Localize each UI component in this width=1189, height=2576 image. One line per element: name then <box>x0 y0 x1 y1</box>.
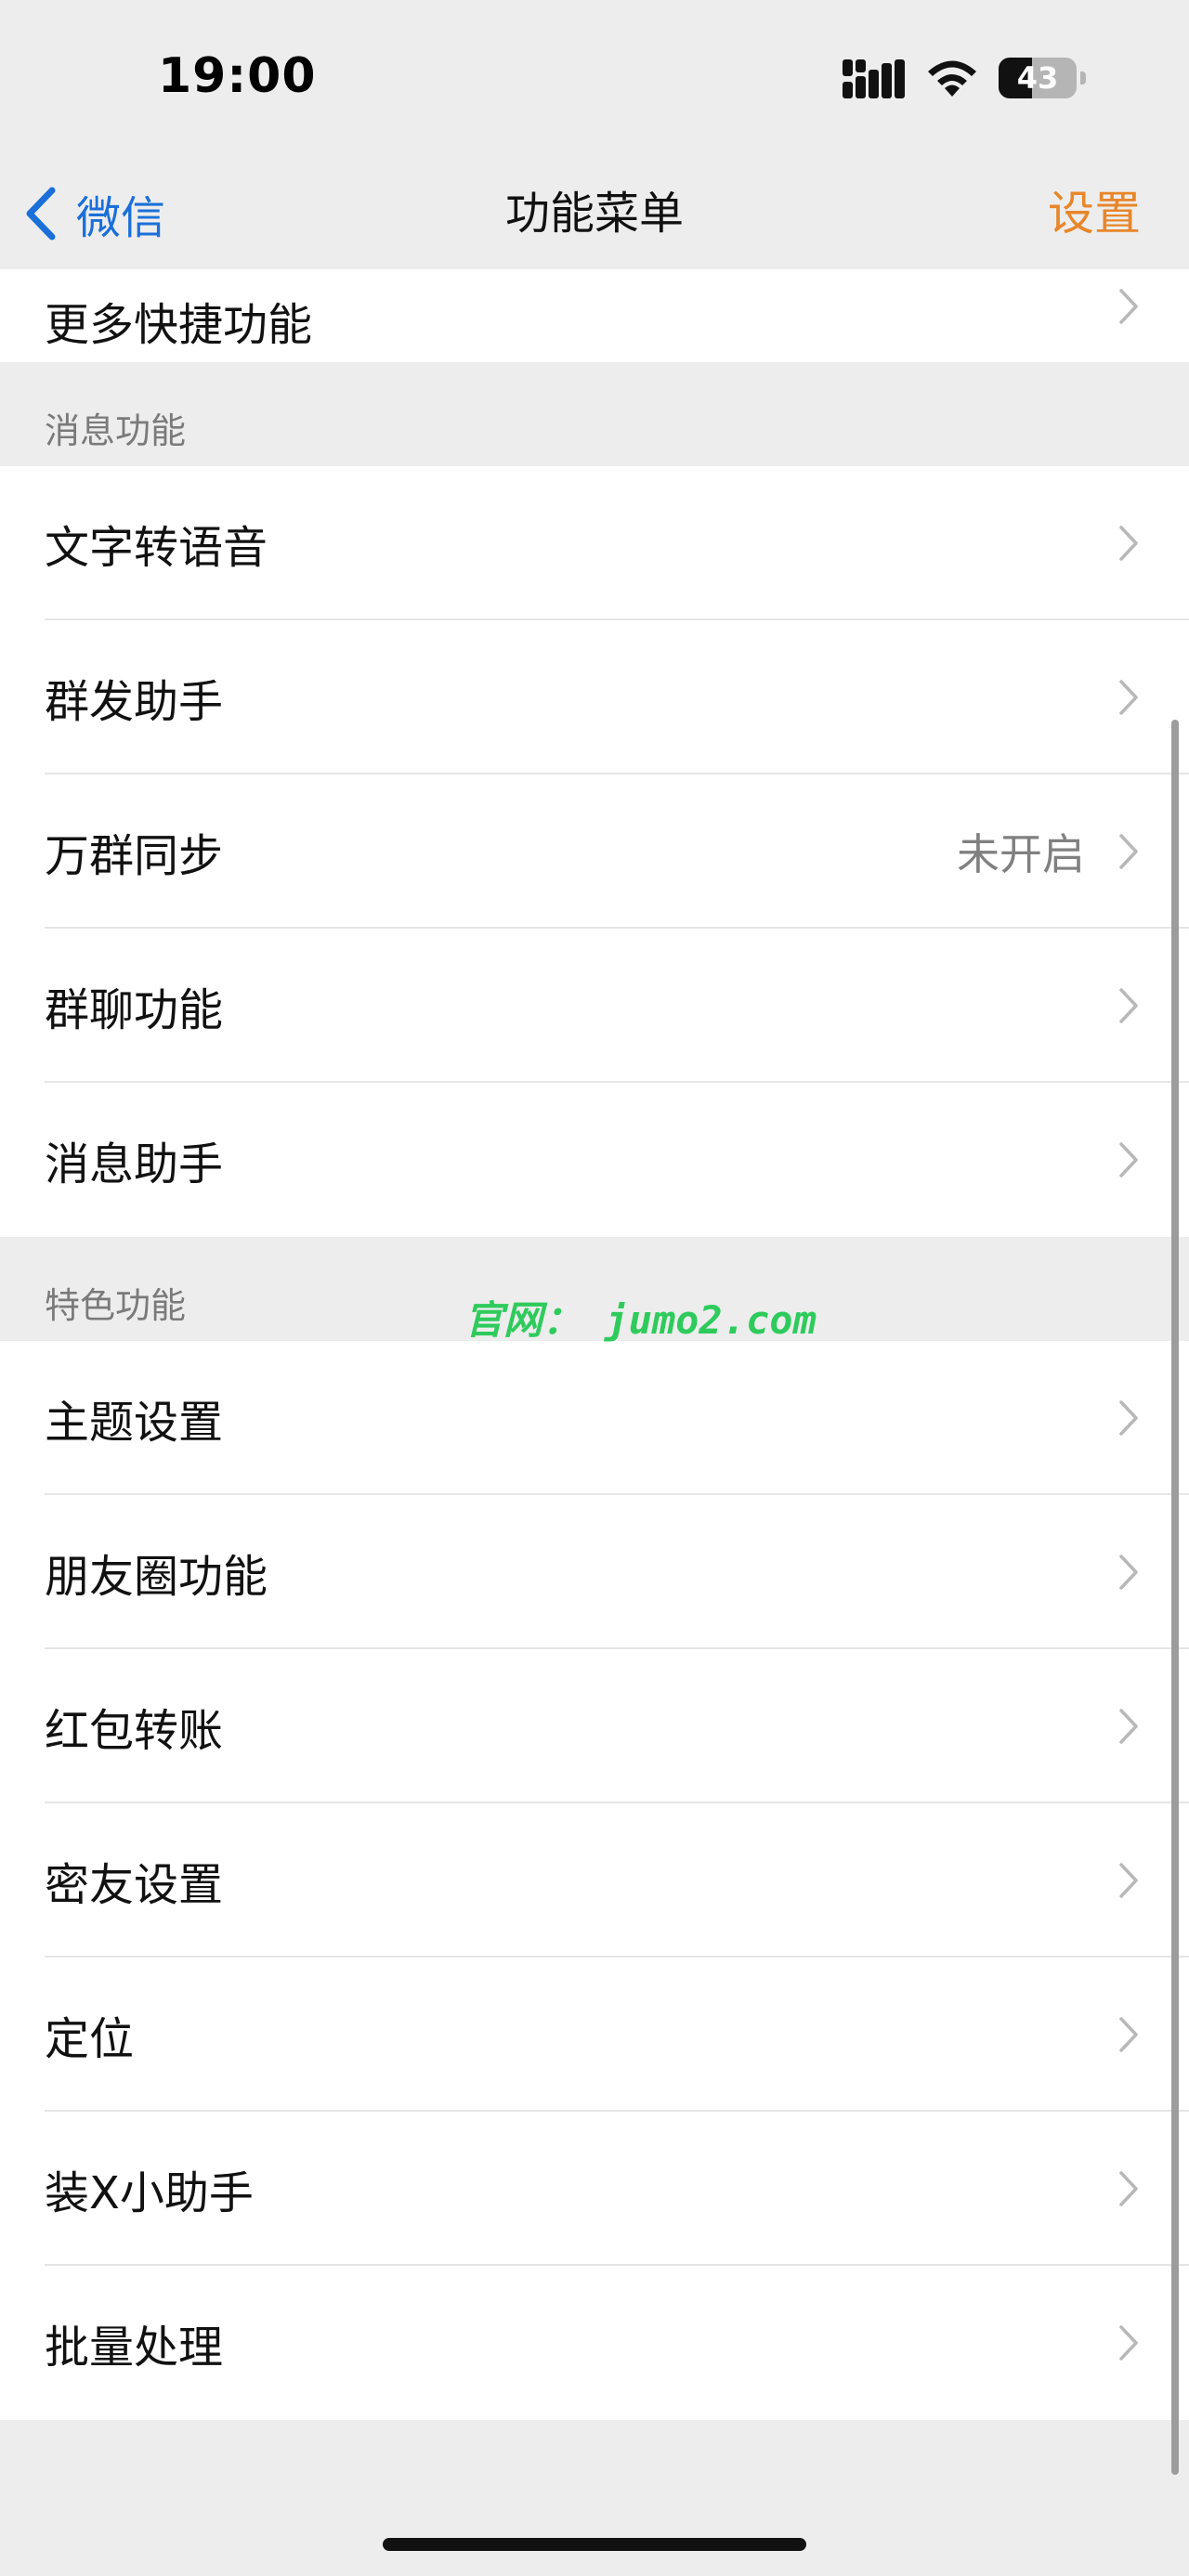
battery-indicator: 43 <box>999 58 1086 98</box>
list-item-group-sync[interactable]: 万群同步 未开启 <box>0 774 1189 929</box>
scrollbar[interactable] <box>1171 720 1179 2475</box>
list-item-value: 未开启 <box>957 829 1085 879</box>
back-label: 微信 <box>76 192 166 244</box>
section-header-label: 消息功能 <box>45 410 187 451</box>
chevron-right-icon <box>1119 834 1138 869</box>
list-item-label: 批量处理 <box>45 2322 224 2374</box>
settings-button[interactable]: 设置 <box>1048 176 1141 251</box>
bottom-gap <box>0 2420 1189 2524</box>
list-item-label: 主题设置 <box>45 1397 224 1449</box>
cellular-signal-icon <box>843 59 905 98</box>
status-time: 19:00 <box>158 48 317 104</box>
battery-body: 43 <box>999 58 1077 98</box>
wifi-icon <box>928 60 976 97</box>
chevron-right-icon <box>1119 289 1138 324</box>
list-item-label: 文字转语音 <box>45 522 268 574</box>
chevron-right-icon <box>1119 1400 1138 1436</box>
chevron-right-icon <box>1119 1709 1138 1744</box>
list-item-label: 群聊功能 <box>45 984 224 1036</box>
chevron-right-icon <box>1119 2325 1138 2361</box>
status-bar: 19:00 43 <box>0 0 1189 158</box>
list-item-label: 更多快捷功能 <box>45 299 313 351</box>
section-header-label: 特色功能 <box>45 1285 187 1326</box>
chevron-right-icon <box>1119 1863 1138 1898</box>
list-item-label: 红包转账 <box>45 1705 224 1757</box>
chevron-right-icon <box>1119 1142 1138 1177</box>
home-indicator[interactable] <box>383 2538 806 2551</box>
chevron-right-icon <box>1119 680 1138 715</box>
chevron-right-icon <box>1119 1555 1138 1590</box>
list-item-message-assistant[interactable]: 消息助手 <box>0 1083 1189 1237</box>
list-item-label: 万群同步 <box>45 830 224 882</box>
chevron-right-icon <box>1119 2171 1138 2206</box>
list-item-label: 装X小助手 <box>45 2167 254 2219</box>
menu-list: 更多快捷功能 消息功能 文字转语音 群发助手 万群同步 未开启 群聊功能 消息助… <box>0 269 1189 2524</box>
list-item-pretend-helper[interactable]: 装X小助手 <box>0 2112 1189 2266</box>
chevron-right-icon <box>1119 988 1138 1023</box>
back-button[interactable]: 微信 <box>20 178 165 249</box>
battery-tip <box>1080 72 1086 85</box>
list-item-theme-settings[interactable]: 主题设置 <box>0 1341 1189 1495</box>
list-item-label: 消息助手 <box>45 1138 224 1190</box>
list-item-broadcast-assistant[interactable]: 群发助手 <box>0 620 1189 774</box>
chevron-right-icon <box>1119 526 1138 561</box>
list-item-batch-process[interactable]: 批量处理 <box>0 2266 1189 2420</box>
list-item-close-friends[interactable]: 密友设置 <box>0 1803 1189 1958</box>
list-item-moments[interactable]: 朋友圈功能 <box>0 1495 1189 1649</box>
list-item-location[interactable]: 定位 <box>0 1958 1189 2112</box>
list-item-text-to-speech[interactable]: 文字转语音 <box>0 466 1189 620</box>
battery-level: 43 <box>1016 60 1059 96</box>
section-header-message: 消息功能 <box>0 362 1189 466</box>
page-title: 功能菜单 <box>504 188 684 240</box>
section-header-featured: 特色功能 <box>0 1237 1189 1341</box>
list-item-group-chat[interactable]: 群聊功能 <box>0 929 1189 1083</box>
list-item-more-shortcuts[interactable]: 更多快捷功能 <box>0 269 1189 362</box>
list-item-label: 定位 <box>45 2013 135 2065</box>
list-item-red-packet[interactable]: 红包转账 <box>0 1649 1189 1803</box>
list-item-label: 群发助手 <box>45 676 224 728</box>
chevron-left-icon <box>26 187 56 241</box>
list-item-label: 朋友圈功能 <box>45 1551 268 1603</box>
chevron-right-icon <box>1119 2017 1138 2052</box>
list-item-label: 密友设置 <box>45 1859 224 1911</box>
navigation-bar: 微信 功能菜单 设置 <box>0 158 1189 269</box>
